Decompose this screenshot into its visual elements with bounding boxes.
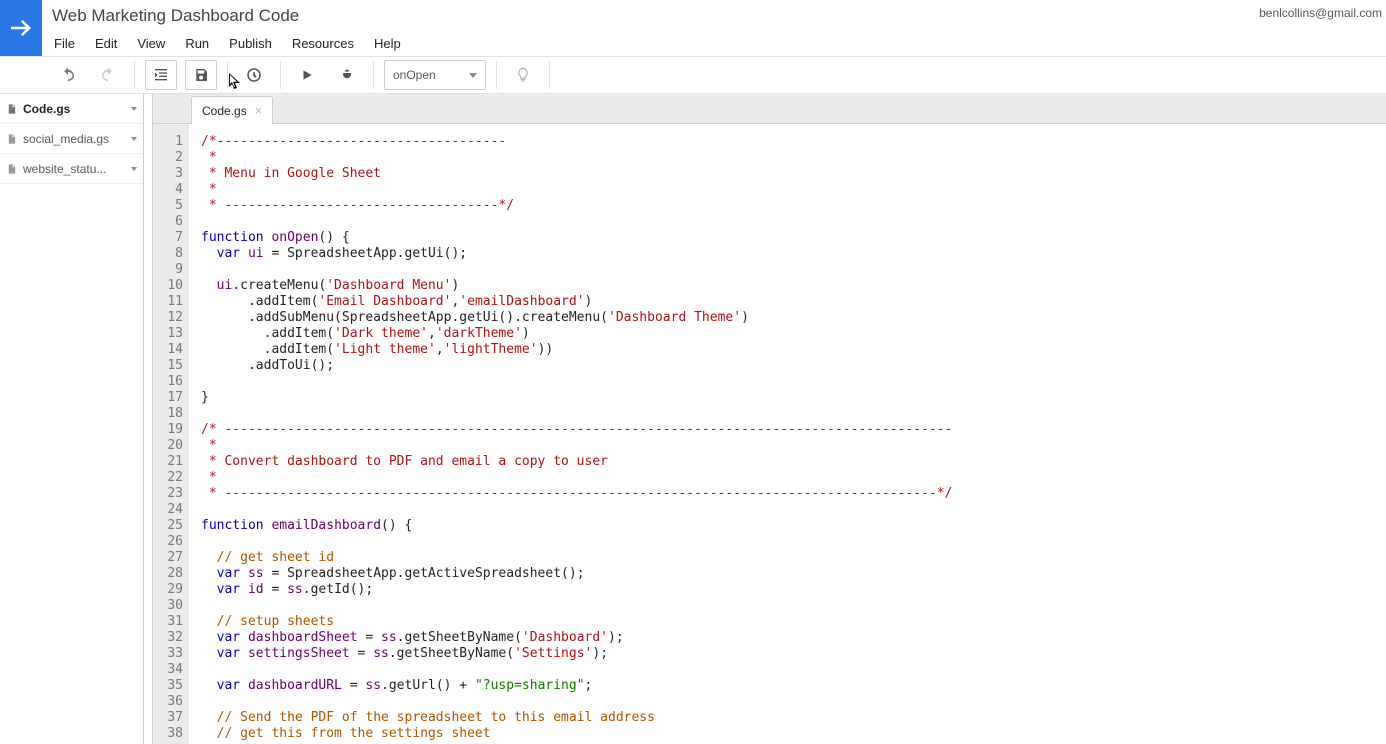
menu-run[interactable]: Run [183, 34, 211, 53]
chevron-down-icon [469, 73, 477, 78]
file-item-code[interactable]: Code.gs [0, 94, 143, 124]
undo-button[interactable] [52, 60, 84, 90]
arrow-right-icon [6, 13, 36, 43]
editor-wrap: Code.gs × 123456789101112131415161718192… [152, 94, 1386, 744]
undo-icon [59, 66, 77, 84]
lightbulb-icon [514, 66, 532, 84]
menu-publish[interactable]: Publish [227, 34, 274, 53]
editor-tab-row: Code.gs × [153, 94, 1386, 124]
run-button[interactable] [291, 60, 323, 90]
file-name: website_statu... [23, 162, 125, 176]
toolbar-separator [496, 61, 497, 89]
menu-edit[interactable]: Edit [93, 34, 119, 53]
file-icon [6, 162, 17, 176]
header-row: Web Marketing Dashboard Code File Edit V… [0, 0, 1386, 56]
chevron-down-icon [131, 107, 137, 111]
code-editor[interactable]: 1234567891011121314151617181920212223242… [153, 124, 1386, 744]
file-icon [6, 132, 17, 146]
menu-file[interactable]: File [52, 34, 77, 53]
close-icon[interactable]: × [255, 103, 263, 118]
line-number-gutter: 1234567891011121314151617181920212223242… [153, 124, 189, 744]
bug-icon [339, 67, 355, 83]
toolbar-separator [373, 61, 374, 89]
toolbar-separator [280, 61, 281, 89]
function-select-value: onOpen [393, 68, 436, 82]
chevron-down-icon [131, 167, 137, 171]
lightbulb-button[interactable] [507, 60, 539, 90]
header-main: Web Marketing Dashboard Code File Edit V… [42, 0, 1386, 53]
code-content[interactable]: /*------------------------------------- … [189, 124, 952, 744]
toolbar-separator [227, 61, 228, 89]
chevron-down-icon [131, 137, 137, 141]
triggers-button[interactable] [238, 60, 270, 90]
toolbar: onOpen [0, 56, 1386, 94]
apps-script-logo[interactable] [0, 0, 42, 56]
indent-button[interactable] [145, 60, 177, 90]
menu-bar: File Edit View Run Publish Resources Hel… [52, 34, 1386, 53]
debug-button[interactable] [331, 60, 363, 90]
menu-view[interactable]: View [135, 34, 167, 53]
menu-resources[interactable]: Resources [290, 34, 356, 53]
file-item-social-media[interactable]: social_media.gs [0, 124, 143, 154]
save-button[interactable] [185, 60, 217, 90]
tab-label: Code.gs [202, 104, 247, 118]
toolbar-separator [549, 61, 550, 89]
save-icon [193, 67, 209, 83]
indent-icon [153, 67, 169, 83]
redo-icon [99, 66, 117, 84]
project-title[interactable]: Web Marketing Dashboard Code [52, 0, 1386, 26]
toolbar-separator [134, 61, 135, 89]
file-name: Code.gs [23, 102, 125, 116]
file-item-website-status[interactable]: website_statu... [0, 154, 143, 184]
redo-button[interactable] [92, 60, 124, 90]
menu-help[interactable]: Help [372, 34, 403, 53]
file-name: social_media.gs [23, 132, 125, 146]
editor-tab-code[interactable]: Code.gs × [191, 96, 273, 124]
file-sidebar: Code.gs social_media.gs website_statu... [0, 94, 144, 744]
clock-icon [245, 66, 263, 84]
main-area: Code.gs social_media.gs website_statu...… [0, 94, 1386, 744]
user-email[interactable]: benlcollins@gmail.com [1259, 6, 1386, 20]
file-icon [6, 102, 17, 116]
play-icon [300, 68, 314, 82]
function-select[interactable]: onOpen [384, 60, 486, 90]
